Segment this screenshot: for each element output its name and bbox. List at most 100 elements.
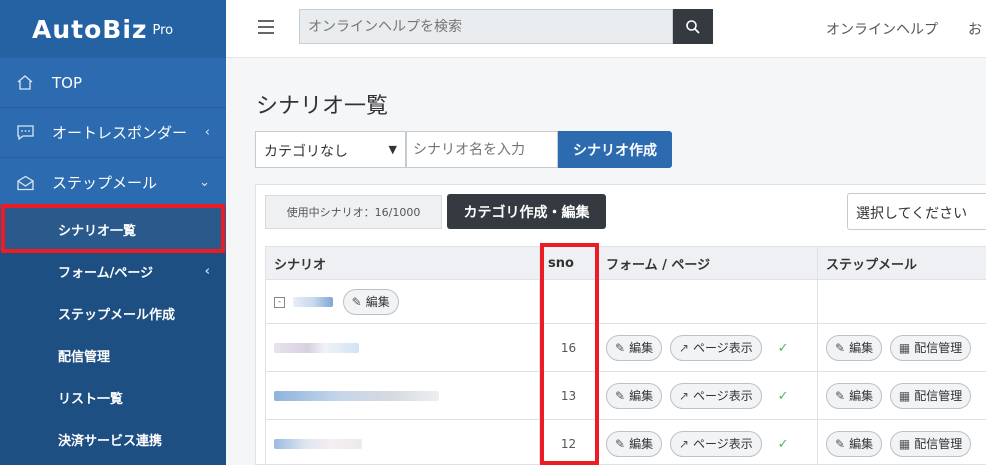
pencil-icon: ✎ <box>615 340 626 355</box>
check-icon: ✓ <box>777 436 789 452</box>
redacted-name <box>274 391 439 401</box>
brand-name: AutoBiz <box>32 14 148 44</box>
button-label: 編集 <box>629 437 654 451</box>
page-view-button[interactable]: ↗ ページ表示 <box>669 430 762 457</box>
scenario-table: シナリオ sno フォーム / ページ ステップメール - ✎ 編集 16 ✎ 編… <box>265 246 986 465</box>
button-label: 編集 <box>629 389 654 403</box>
column-header-stepmail[interactable]: ステップメール <box>817 246 986 280</box>
page-view-button[interactable]: ↗ ページ表示 <box>669 334 762 361</box>
envelope-icon <box>14 174 36 192</box>
create-scenario-button[interactable]: シナリオ作成 <box>558 131 672 168</box>
stepmail-edit-button[interactable]: ✎ 編集 <box>826 382 883 409</box>
sidebar-item-delivery[interactable]: 配信管理 <box>0 334 226 376</box>
chevron-down-icon: ⌄ <box>199 175 210 190</box>
form-edit-button[interactable]: ✎ 編集 <box>606 382 663 409</box>
button-label: ページ表示 <box>692 341 753 355</box>
button-label: 配信管理 <box>914 437 963 451</box>
sidebar-item-label: フォーム/ページ <box>58 265 154 281</box>
redacted-name <box>274 343 359 353</box>
column-header-scenario[interactable]: シナリオ <box>265 246 540 280</box>
category-select-value: カテゴリなし <box>264 144 348 160</box>
table-row: 13 ✎ 編集 ↗ ページ表示 ✓ ✎ 編集 ▦ 配信管理 <box>265 371 986 420</box>
sidebar-item-label: 配信管理 <box>58 349 111 365</box>
sidebar-item-label: 決済サービス連携 <box>58 433 163 449</box>
sidebar-item-form-page[interactable]: フォーム/ページ ‹ <box>0 250 226 292</box>
calendar-icon: ▦ <box>898 388 911 403</box>
hamburger-icon[interactable] <box>258 20 274 34</box>
sidebar-item-autoresponder[interactable]: オートレスポンダー ‹ <box>0 108 226 158</box>
sidebar-item-label: ステップメール作成 <box>58 307 176 323</box>
pencil-icon: ✎ <box>615 436 626 451</box>
button-label: 編集 <box>849 437 874 451</box>
pencil-icon: ✎ <box>835 388 846 403</box>
sidebar-item-stepmail-create[interactable]: ステップメール作成 <box>0 292 226 334</box>
column-header-form-page[interactable]: フォーム / ページ <box>597 246 818 280</box>
redacted-name <box>274 439 362 449</box>
chevron-down-icon: ▼ <box>388 143 397 156</box>
calendar-icon: ▦ <box>898 436 911 451</box>
sidebar-item-label: リスト一覧 <box>58 391 124 407</box>
scenario-name-cell[interactable] <box>265 371 540 420</box>
external-link-icon: ↗ <box>678 436 689 451</box>
highlight-box-scenario-list <box>1 204 225 253</box>
delivery-manage-button[interactable]: ▦ 配信管理 <box>889 430 972 457</box>
category-edit-button[interactable]: カテゴリ作成・編集 <box>447 194 606 229</box>
search-button[interactable] <box>673 9 713 44</box>
button-label: 編集 <box>849 341 874 355</box>
stepmail-edit-button[interactable]: ✎ 編集 <box>826 334 883 361</box>
form-edit-button[interactable]: ✎ 編集 <box>606 334 663 361</box>
table-header-row: シナリオ sno フォーム / ページ ステップメール <box>265 246 986 280</box>
stepmail-edit-button[interactable]: ✎ 編集 <box>826 430 883 457</box>
search-input[interactable] <box>299 9 673 44</box>
sidebar-item-label: オートレスポンダー <box>52 124 188 142</box>
top-header: オンラインヘルプ お <box>226 0 986 58</box>
form-edit-button[interactable]: ✎ 編集 <box>606 430 663 457</box>
brand-sub: Pro <box>152 22 174 38</box>
pencil-icon: ✎ <box>835 436 846 451</box>
group-name-cell: - ✎ 編集 <box>265 279 540 324</box>
button-label: 配信管理 <box>914 389 963 403</box>
table-row-group: - ✎ 編集 <box>265 279 986 324</box>
brand-logo[interactable]: AutoBiz Pro <box>0 0 226 58</box>
scenario-name-input[interactable] <box>406 131 558 168</box>
delivery-manage-button[interactable]: ▦ 配信管理 <box>889 334 972 361</box>
button-label: 編集 <box>365 295 390 309</box>
external-link-icon: ↗ <box>678 340 689 355</box>
button-label: ページ表示 <box>692 437 753 451</box>
scenario-name-cell[interactable] <box>265 419 540 465</box>
home-icon <box>14 74 36 92</box>
button-label: 編集 <box>849 389 874 403</box>
button-label: 配信管理 <box>914 341 963 355</box>
calendar-icon: ▦ <box>898 340 911 355</box>
pencil-icon: ✎ <box>351 294 362 309</box>
sidebar-item-label: ステップメール <box>52 174 158 192</box>
external-link-icon: ↗ <box>678 388 689 403</box>
check-icon: ✓ <box>777 340 789 356</box>
pencil-icon: ✎ <box>615 388 626 403</box>
sidebar-item-list[interactable]: リスト一覧 <box>0 376 226 418</box>
header-menu-cut[interactable]: お <box>968 19 986 39</box>
sidebar-item-top[interactable]: TOP <box>0 58 226 108</box>
page-view-button[interactable]: ↗ ページ表示 <box>669 382 762 409</box>
category-filter-select[interactable]: 選択してください <box>847 193 986 230</box>
delivery-manage-button[interactable]: ▦ 配信管理 <box>889 382 972 409</box>
button-label: 編集 <box>629 341 654 355</box>
search-icon <box>686 19 700 34</box>
usage-badge: 使用中シナリオ：16/1000 <box>265 195 442 229</box>
sidebar-item-label: TOP <box>52 73 83 92</box>
check-icon: ✓ <box>777 388 789 404</box>
redacted-name <box>292 297 333 307</box>
collapse-icon[interactable]: - <box>274 296 285 308</box>
highlight-box-sno-column <box>540 243 599 465</box>
button-label: ページ表示 <box>692 389 753 403</box>
sidebar-item-stepmail[interactable]: ステップメール ⌄ <box>0 158 226 208</box>
chat-icon <box>14 124 36 142</box>
table-row: 16 ✎ 編集 ↗ ページ表示 ✓ ✎ 編集 ▦ 配信管理 <box>265 323 986 372</box>
chevron-left-icon: ‹ <box>204 125 210 140</box>
sidebar-item-payment[interactable]: 決済サービス連携 <box>0 418 226 460</box>
category-select[interactable]: カテゴリなし ▼ <box>255 131 406 168</box>
online-help-link[interactable]: オンラインヘルプ <box>826 19 938 39</box>
chevron-left-icon: ‹ <box>204 263 210 279</box>
scenario-name-cell[interactable] <box>265 323 540 372</box>
group-edit-button[interactable]: ✎ 編集 <box>342 288 399 315</box>
